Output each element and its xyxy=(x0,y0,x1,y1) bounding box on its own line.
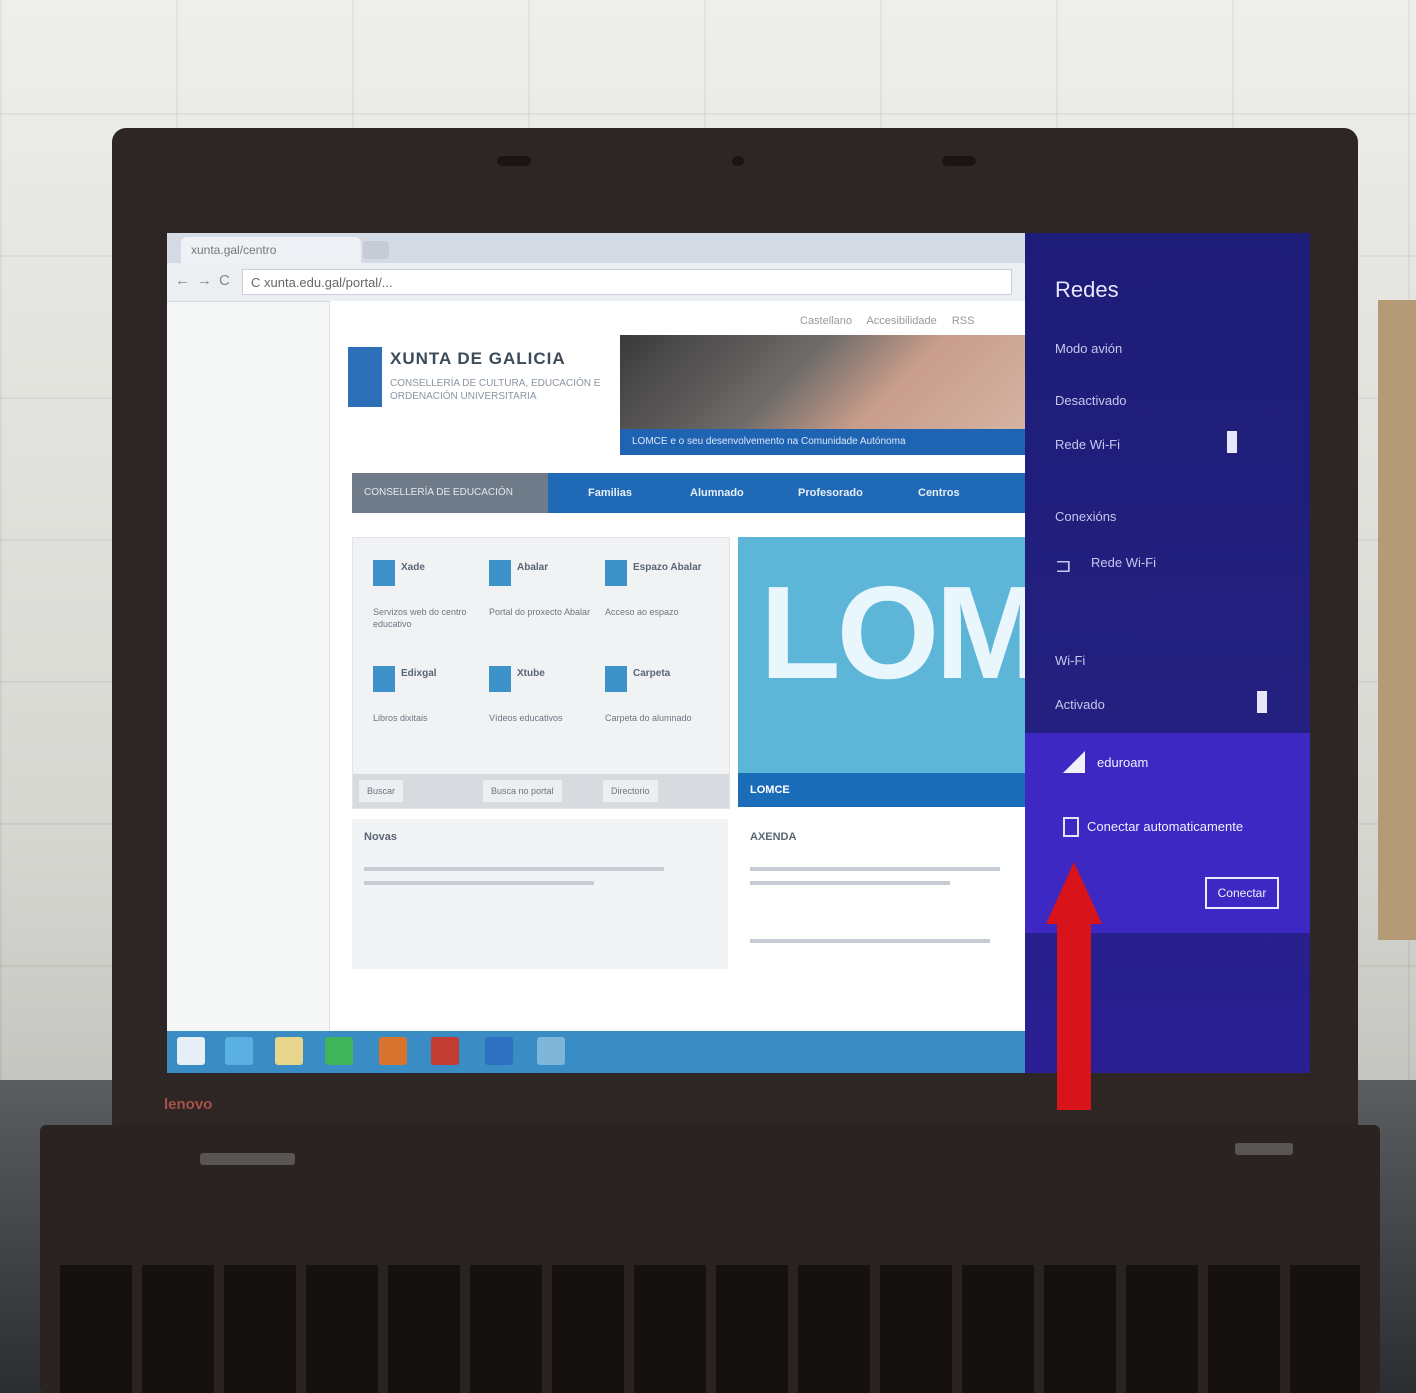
bezel-mic xyxy=(942,156,976,166)
agenda-panel: AXENDA xyxy=(738,819,1026,969)
laptop-keyboard-base xyxy=(40,1125,1380,1393)
ie-icon[interactable] xyxy=(225,1037,253,1065)
nav-item-familias[interactable]: Familias xyxy=(588,473,632,513)
banner-caption[interactable]: LOMCE e o seu desenvolvemento na Comunid… xyxy=(620,429,1026,455)
service-desc: Vídeos educativos xyxy=(489,713,563,723)
airplane-mode-state: Desactivado xyxy=(1055,393,1127,408)
reload-icon[interactable]: C xyxy=(219,272,230,289)
service-title: Xtube xyxy=(517,668,545,679)
site-logo[interactable] xyxy=(348,347,382,407)
agenda-text-line[interactable] xyxy=(750,881,950,885)
web-page: Castellano Accesibilidade RSS XUNTA DE G… xyxy=(329,301,1137,1031)
news-text-line[interactable] xyxy=(364,881,594,885)
browser-window: xunta.gal/centro ← → C C xunta.edu.gal/p… xyxy=(167,233,1137,1073)
wifi-toggle[interactable] xyxy=(1257,691,1267,713)
portal-search-input[interactable]: Busca no portal xyxy=(483,780,562,802)
hinge-right xyxy=(1235,1143,1293,1155)
explorer-icon[interactable] xyxy=(275,1037,303,1065)
service-desc: Servizos web do centro educativo xyxy=(373,607,467,629)
charm-title: Redes xyxy=(1055,277,1119,302)
windows-taskbar xyxy=(167,1031,1025,1073)
site-subtitle: CONSELLERÍA DE CULTURA, EDUCACIÓN E ORDE… xyxy=(390,378,601,402)
news-text-line[interactable] xyxy=(364,867,664,871)
top-link[interactable]: RSS xyxy=(952,315,975,327)
auto-connect-checkbox[interactable] xyxy=(1063,817,1079,837)
service-title: Carpeta xyxy=(633,668,671,679)
nav-item-home[interactable]: CONSELLERÍA DE EDUCACIÓN xyxy=(352,473,548,513)
nav-item-profesorado[interactable]: Profesorado xyxy=(798,473,863,513)
connect-button[interactable]: Conectar xyxy=(1205,877,1279,909)
news-panel: Novas xyxy=(352,819,728,969)
airplane-mode-label: Modo avión xyxy=(1055,341,1123,356)
store-icon[interactable] xyxy=(325,1037,353,1065)
search-button[interactable]: Buscar xyxy=(359,780,404,802)
connections-heading: Conexións xyxy=(1055,509,1117,524)
lomce-caption[interactable]: LOMCE xyxy=(738,773,1026,807)
connection-name[interactable]: Rede Wi-Fi xyxy=(1091,555,1156,570)
wifi-signal-icon xyxy=(1063,751,1085,773)
hinge-left xyxy=(200,1153,295,1165)
directory-button[interactable]: Directorio xyxy=(603,780,658,802)
address-bar[interactable]: C xunta.edu.gal/portal/... xyxy=(242,269,1012,295)
service-desc: Acceso ao espazo xyxy=(605,607,679,617)
app-icon[interactable] xyxy=(379,1037,407,1065)
red-arrow-icon xyxy=(1046,862,1102,924)
service-icon xyxy=(373,666,395,692)
top-links: Castellano Accesibilidade RSS xyxy=(800,315,986,327)
red-arrow-shaft xyxy=(1057,920,1091,1110)
service-icon xyxy=(605,666,627,692)
browser-toolbar: ← → C C xunta.edu.gal/portal/... xyxy=(167,263,1025,302)
service-icon xyxy=(489,666,511,692)
webcam-icon xyxy=(732,156,744,166)
network-ssid: eduroam xyxy=(1097,755,1149,770)
wifi-heading: Wi-Fi xyxy=(1055,653,1086,668)
hero-banner[interactable]: LOMCE e o seu desenvolvemento na Comunid… xyxy=(620,335,1026,455)
panel-button-row: Buscar Busca no portal Directorio xyxy=(353,774,729,808)
service-icon xyxy=(373,560,395,586)
forward-icon[interactable]: → xyxy=(197,272,212,289)
service-title: Edixgal xyxy=(401,668,437,679)
main-nav: CONSELLERÍA DE EDUCACIÓN Familias Alumna… xyxy=(352,473,1026,513)
agenda-text-line[interactable] xyxy=(750,867,1000,871)
lomce-banner[interactable]: LOMC LOMCE xyxy=(738,537,1137,807)
service-desc: Carpeta do alumnado xyxy=(605,713,692,723)
service-title: Abalar xyxy=(517,562,549,573)
connection-icon: ⊐ xyxy=(1055,555,1072,577)
tab-bar: xunta.gal/centro xyxy=(167,233,1025,263)
airplane-mode-toggle[interactable] xyxy=(1227,431,1237,453)
auto-connect-label: Conectar automaticamente xyxy=(1087,819,1244,834)
nav-item-alumnado[interactable]: Alumnado xyxy=(690,473,744,513)
app-icon-3[interactable] xyxy=(485,1037,513,1065)
news-heading: Novas xyxy=(364,831,398,843)
app-icon-4[interactable] xyxy=(537,1037,565,1065)
service-title: Xade xyxy=(401,562,425,573)
brand-logo: lenovo xyxy=(164,1096,213,1113)
keyboard xyxy=(60,1265,1360,1393)
agenda-text-line[interactable] xyxy=(750,939,990,943)
wifi-state: Activado xyxy=(1055,697,1105,712)
nav-item-centros[interactable]: Centros xyxy=(918,473,960,513)
app-icon-2[interactable] xyxy=(431,1037,459,1065)
service-icon xyxy=(489,560,511,586)
site-title[interactable]: XUNTA DE GALICIA xyxy=(390,349,566,369)
service-desc: Libros dixitais xyxy=(373,713,428,723)
laptop-screen: xunta.gal/centro ← → C C xunta.edu.gal/p… xyxy=(167,233,1310,1073)
service-title: Espazo Abalar xyxy=(633,562,702,573)
network-item-label: Rede Wi-Fi xyxy=(1055,437,1121,452)
top-link[interactable]: Castellano xyxy=(800,315,852,327)
bezel-sensor xyxy=(497,156,531,166)
top-link[interactable]: Accesibilidade xyxy=(866,315,936,327)
agenda-heading: AXENDA xyxy=(750,831,797,843)
back-icon[interactable]: ← xyxy=(175,272,190,289)
service-icon xyxy=(605,560,627,586)
service-desc: Portal do proxecto Abalar xyxy=(489,607,591,617)
services-panel: Xade Servizos web do centro educativo Ab… xyxy=(352,537,730,809)
new-tab-button[interactable] xyxy=(363,241,389,259)
browser-tab[interactable]: xunta.gal/centro xyxy=(181,237,361,263)
cardboard-box xyxy=(1378,300,1416,940)
windows-icon[interactable] xyxy=(177,1037,205,1065)
